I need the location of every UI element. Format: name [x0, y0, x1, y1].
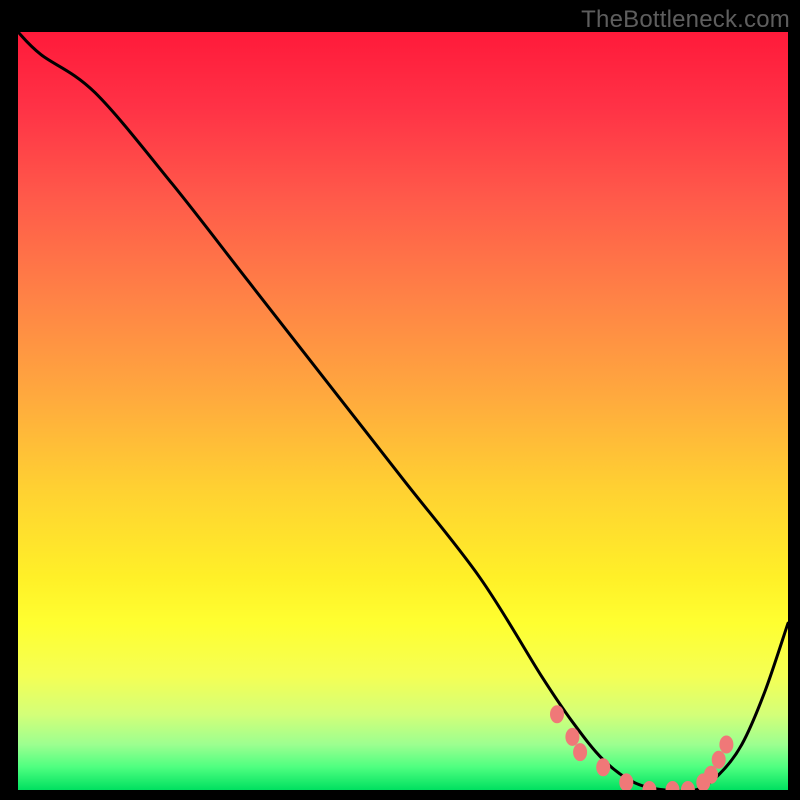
plot-area	[18, 32, 788, 790]
watermark-text: TheBottleneck.com	[581, 6, 790, 34]
bottleneck-chart-svg	[18, 32, 788, 790]
gradient-background	[18, 32, 788, 790]
marker-dot	[596, 758, 610, 776]
marker-dot	[704, 766, 718, 784]
chart-frame: TheBottleneck.com	[0, 0, 800, 800]
marker-dot	[565, 728, 579, 746]
marker-dot	[550, 705, 564, 723]
marker-dot	[573, 743, 587, 761]
marker-dot	[712, 751, 726, 769]
marker-dot	[719, 736, 733, 754]
